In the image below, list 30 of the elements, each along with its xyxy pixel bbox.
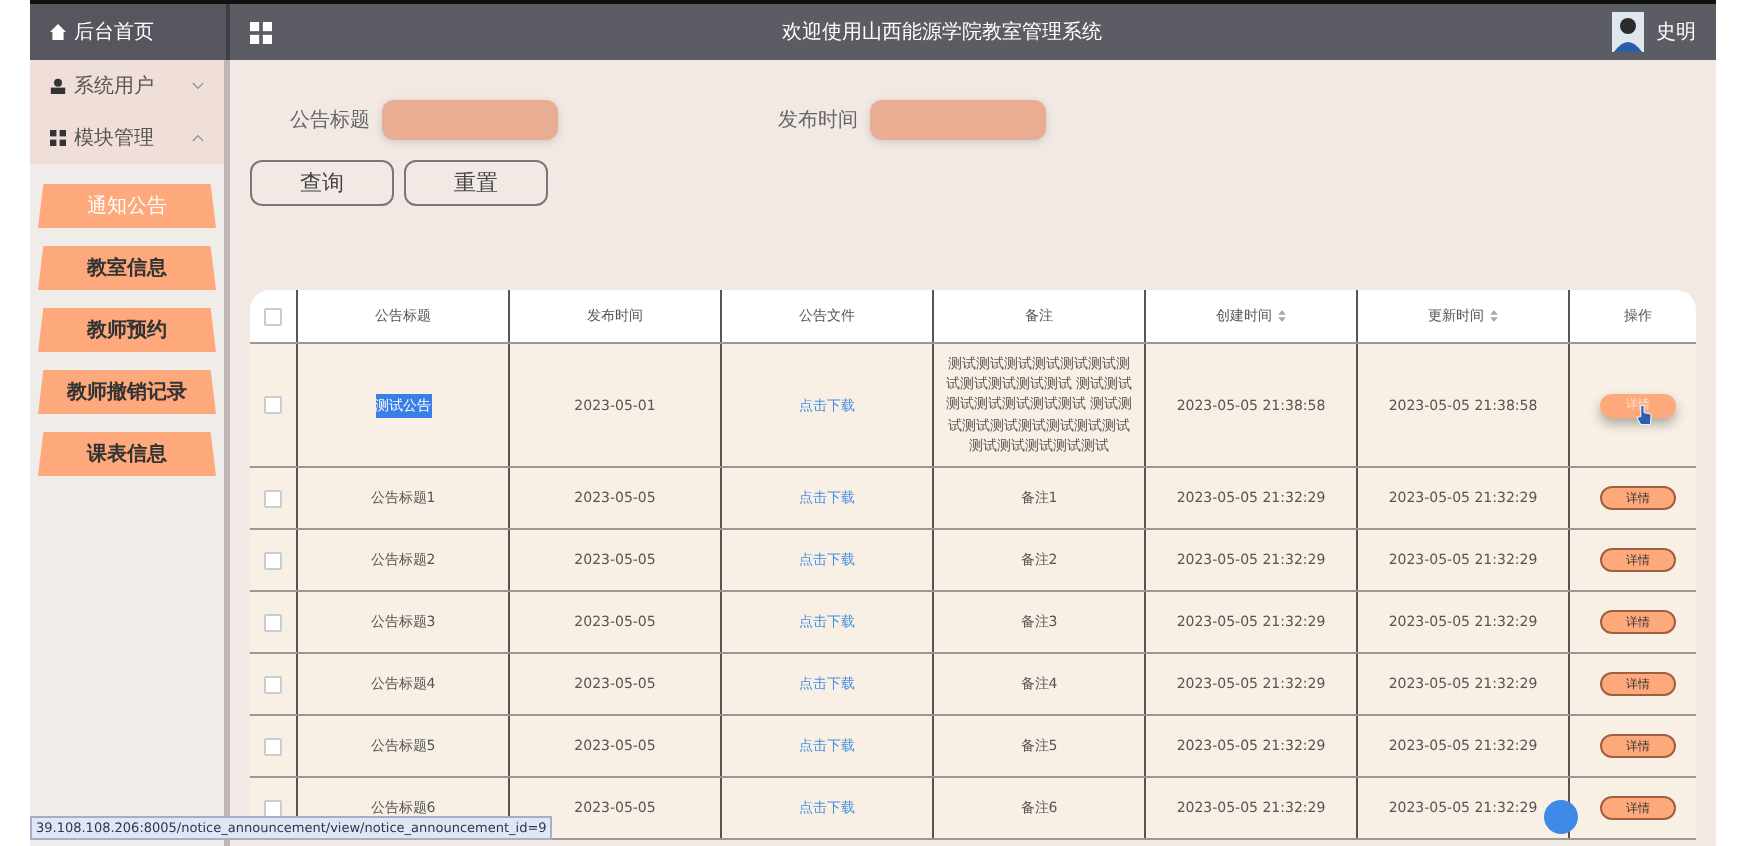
user-name[interactable]: 史明 (1656, 18, 1696, 46)
checkbox[interactable] (264, 307, 282, 325)
field-label: 公告标题 (290, 107, 370, 134)
sidebar-item[interactable]: 教室信息 (38, 246, 216, 290)
chevron-down-icon (192, 82, 204, 90)
home-link[interactable]: 后台首页 (30, 4, 230, 60)
user-icon (50, 78, 66, 94)
sidebar-group[interactable]: 模块管理 (30, 112, 224, 164)
action-button[interactable]: 查询 (250, 160, 394, 206)
sidebar-item[interactable]: 教师预约 (38, 308, 216, 352)
home-icon (50, 24, 66, 40)
avatar-icon[interactable] (1612, 12, 1644, 52)
checkbox[interactable] (264, 551, 282, 569)
checkbox[interactable] (264, 799, 282, 817)
checkbox[interactable] (264, 613, 282, 631)
input-field[interactable] (870, 100, 1046, 140)
action-button[interactable]: 重置 (404, 160, 548, 206)
app-title: 欢迎使用山西能源学院教室管理系统 (780, 19, 1104, 46)
checkbox[interactable] (264, 675, 282, 693)
chevron-up-icon (192, 134, 204, 142)
checkbox[interactable] (264, 737, 282, 755)
checkbox[interactable] (264, 396, 282, 414)
sidebar-item[interactable]: 教师撤销记录 (38, 370, 216, 414)
sidebar-group[interactable]: 系统用户 (30, 60, 224, 112)
field-label: 发布时间 (778, 107, 858, 134)
sidebar-item[interactable]: 课表信息 (38, 432, 216, 476)
checkbox[interactable] (264, 489, 282, 507)
menu-icon[interactable] (250, 21, 272, 43)
input-field[interactable] (382, 100, 558, 140)
grid-icon (50, 130, 66, 146)
